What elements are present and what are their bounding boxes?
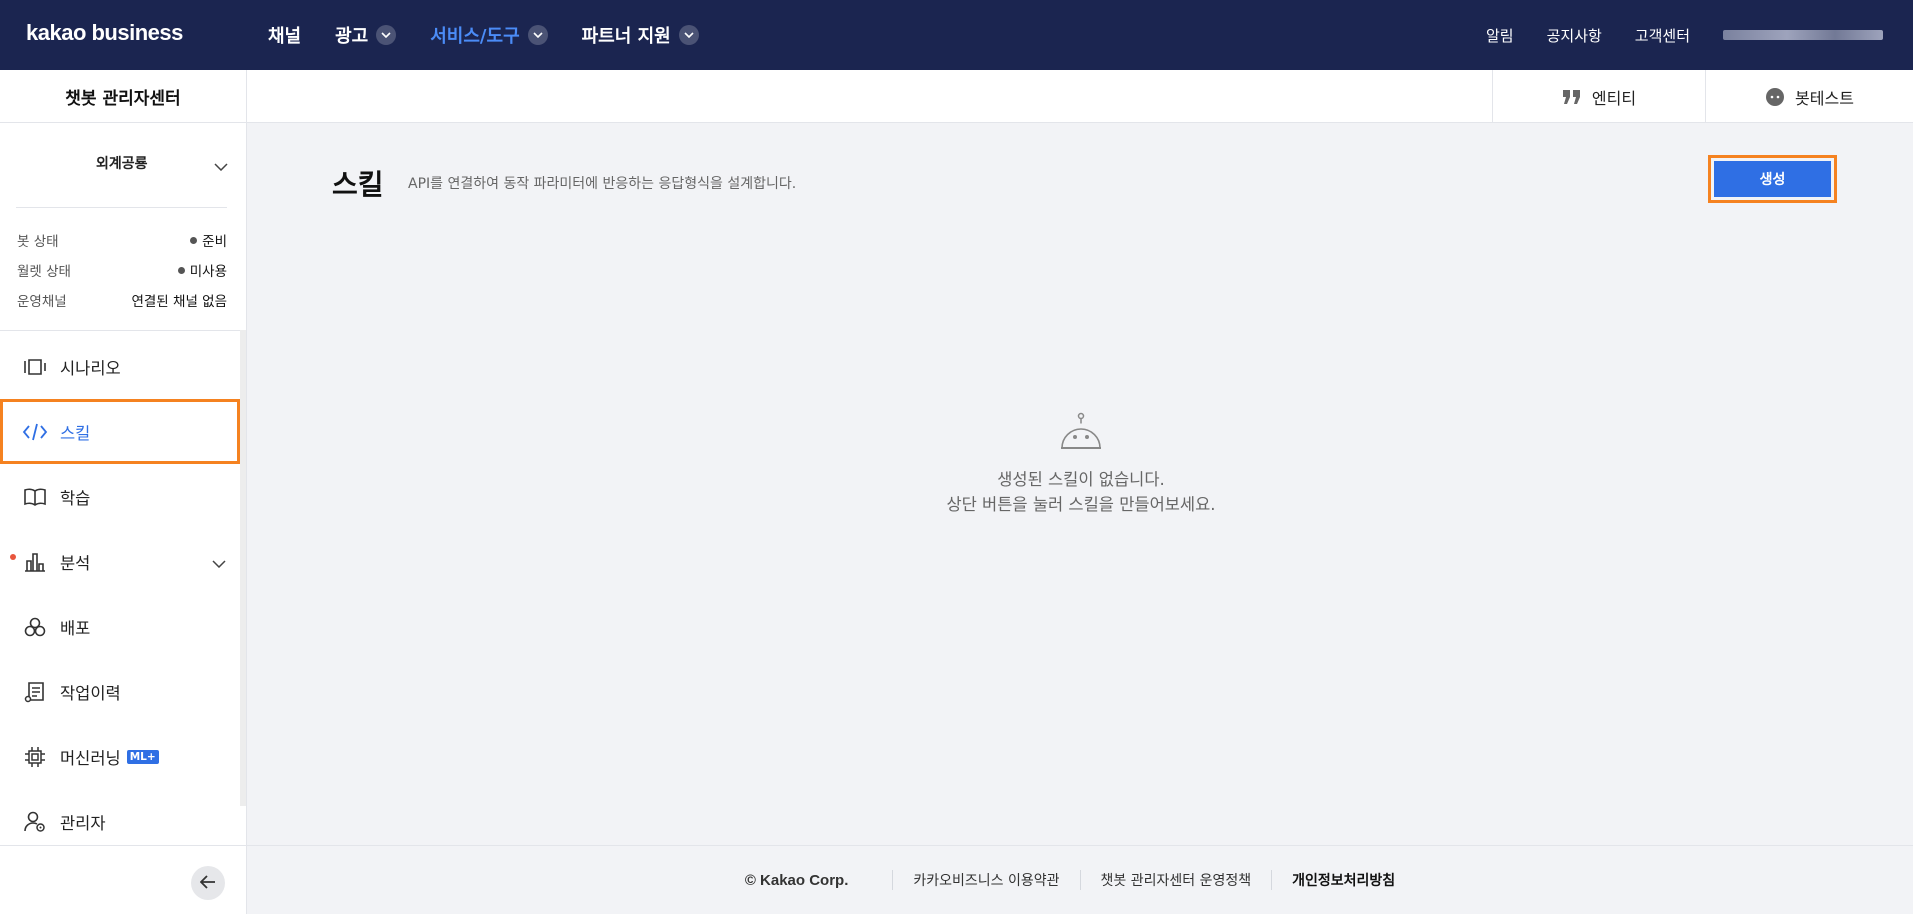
sidebar-item-label: 스킬 (60, 423, 91, 443)
entity-tab[interactable]: 엔티티 (1492, 70, 1705, 123)
history-icon (22, 679, 48, 705)
nav-item-partner-support[interactable]: 파트너 지원 (582, 22, 699, 48)
sidebar-item-skill[interactable]: 스킬 (0, 399, 240, 464)
sidebar-item-label: 학습 (60, 488, 91, 508)
chat-icon (1765, 87, 1785, 107)
sidebar-title: 챗봇 관리자센터 (0, 70, 246, 123)
nav-item-channel[interactable]: 채널 (268, 22, 301, 48)
customer-center-link[interactable]: 고객센터 (1635, 25, 1690, 46)
ml-plus-badge: ML+ (126, 749, 159, 764)
bot-status-text: 준비 (202, 234, 227, 250)
privacy-policy-link[interactable]: 개인정보처리방침 (1271, 870, 1415, 890)
wallet-status-label: 월렛 상태 (17, 264, 71, 280)
create-skill-button[interactable]: 생성 (1714, 161, 1831, 197)
bot-status-value: 준비 (190, 230, 227, 250)
bot-name: 외계공룡 (96, 156, 148, 172)
announcements-link[interactable]: 공지사항 (1547, 25, 1602, 46)
sidebar-item-analysis[interactable]: 분석 (0, 529, 240, 594)
arrow-left-icon (199, 874, 216, 893)
sidebar-item-label: 배포 (60, 618, 91, 638)
terms-link[interactable]: 카카오비즈니스 이용약관 (892, 870, 1079, 890)
quote-icon (1562, 88, 1582, 106)
wallet-status-value: 미사용 (177, 260, 227, 280)
chart-icon (22, 549, 48, 575)
bot-status-row: 봇 상태 준비 (17, 230, 227, 250)
account-email-blurred[interactable] (1723, 30, 1883, 40)
bot-test-tab-label: 봇테스트 (1795, 88, 1854, 108)
chevron-down-icon (527, 25, 548, 45)
operating-channel-row: 운영채널 연결된 채널 없음 (17, 290, 227, 310)
nav-item-label: 파트너 지원 (581, 26, 671, 47)
top-navigation-bar: kakao business 채널 광고 서비스/도구 파트너 지원 알림 공지… (0, 0, 1913, 70)
sidebar-item-machine-learning[interactable]: 머신러닝 ML+ (0, 724, 240, 789)
code-icon (22, 419, 48, 445)
sidebar: 챗봇 관리자센터 외계공룡 봇 상태 준비 월렛 상태 미사용 운영채널 연결된… (0, 70, 247, 914)
chip-icon (22, 744, 48, 770)
status-dot (190, 236, 198, 244)
divider (16, 207, 227, 208)
entity-tab-label: 엔티티 (1591, 88, 1637, 108)
new-indicator-dot (10, 554, 16, 560)
nav-item-label: 광고 (335, 26, 369, 47)
bot-test-tab[interactable]: 봇테스트 (1705, 70, 1913, 123)
deploy-icon (22, 614, 48, 640)
sidebar-item-label: 관리자 (60, 813, 106, 833)
divider (0, 330, 247, 331)
create-button-highlight: 생성 (1708, 155, 1837, 203)
sidebar-item-history[interactable]: 작업이력 (0, 659, 240, 724)
sidebar-item-learning[interactable]: 학습 (0, 464, 240, 529)
empty-state-line-1: 생성된 스킬이 없습니다. (997, 470, 1165, 489)
main-nav: 채널 광고 서비스/도구 파트너 지원 (268, 0, 733, 70)
sidebar-item-deploy[interactable]: 배포 (0, 594, 240, 659)
page-description: API를 연결하여 동작 파라미터에 반응하는 응답형식을 설계합니다. (408, 176, 797, 192)
nav-item-label: 채널 (268, 26, 302, 47)
bot-status-label: 봇 상태 (17, 234, 59, 250)
page-title: 스킬 (332, 168, 384, 201)
sidebar-item-label: 머신러닝 (60, 748, 121, 768)
bot-selector[interactable]: 외계공룡 (0, 148, 247, 178)
wallet-status-row: 월렛 상태 미사용 (17, 260, 227, 280)
sidebar-scrollbar[interactable] (240, 330, 246, 806)
page-footer: © Kakao Corp. 카카오비즈니스 이용약관 챗봇 관리자센터 운영정책… (247, 845, 1913, 914)
chevron-down-icon (376, 25, 397, 45)
utility-nav: 알림 공지사항 고객센터 (1453, 0, 1883, 70)
collapse-sidebar-button[interactable] (191, 866, 225, 900)
operating-channel-value: 연결된 채널 없음 (131, 294, 227, 310)
chevron-down-icon (678, 25, 699, 45)
operating-policy-link[interactable]: 챗봇 관리자센터 운영정책 (1079, 870, 1272, 890)
sidebar-item-label: 시나리오 (60, 358, 121, 378)
empty-state: 생성된 스킬이 없습니다. 상단 버튼을 눌러 스킬을 만들어보세요. (881, 412, 1281, 517)
nav-item-services-tools[interactable]: 서비스/도구 (430, 22, 548, 48)
book-icon (22, 484, 48, 510)
notifications-link[interactable]: 알림 (1486, 25, 1514, 46)
sidebar-menu: 시나리오 스킬 학습 분석 배포 작업이력 머신러닝 ML+ 관리자 (0, 334, 240, 854)
robot-icon (881, 412, 1281, 459)
sidebar-footer (0, 845, 247, 914)
scenario-icon (22, 354, 48, 380)
kakao-business-logo[interactable]: kakao business (26, 20, 183, 46)
sidebar-item-label: 작업이력 (60, 683, 121, 703)
sidebar-item-label: 분석 (60, 553, 91, 573)
admin-icon (22, 809, 48, 835)
nav-item-ads[interactable]: 광고 (335, 22, 397, 48)
sidebar-item-scenario[interactable]: 시나리오 (0, 334, 240, 399)
nav-item-label: 서비스/도구 (430, 26, 520, 47)
sub-header: 엔티티 봇테스트 (247, 70, 1913, 123)
chevron-down-icon (214, 156, 228, 175)
copyright-text: © Kakao Corp. (744, 871, 849, 889)
status-dot (177, 266, 185, 274)
operating-channel-label: 운영채널 (17, 294, 67, 310)
empty-state-line-2: 상단 버튼을 눌러 스킬을 만들어보세요. (946, 495, 1216, 514)
chevron-down-icon (212, 553, 226, 572)
wallet-status-text: 미사용 (189, 264, 227, 280)
